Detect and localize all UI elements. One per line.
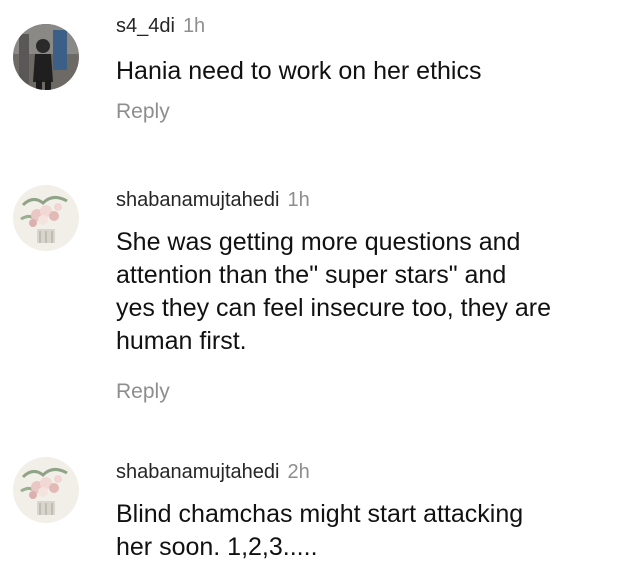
avatar[interactable] bbox=[13, 457, 79, 523]
profile-photo-icon bbox=[13, 24, 79, 90]
comment-text: Blind chamchas might start attacking her… bbox=[116, 500, 524, 561]
avatar[interactable] bbox=[13, 185, 79, 251]
username-link[interactable]: s4_4di bbox=[116, 15, 175, 37]
comment-text: Hania need to work on her ethics bbox=[116, 57, 482, 85]
timestamp: 1h bbox=[182, 15, 206, 37]
avatar[interactable] bbox=[13, 24, 79, 90]
flower-bouquet-icon bbox=[13, 185, 79, 251]
comment-meta: shabanamujtahedi 2h bbox=[116, 458, 615, 486]
username-link[interactable]: shabanamujtahedi bbox=[116, 189, 279, 211]
username-link[interactable]: shabanamujtahedi bbox=[116, 461, 279, 483]
flower-bouquet-icon bbox=[13, 457, 79, 523]
comment-meta: shabanamujtahedi 1h bbox=[116, 186, 615, 214]
timestamp: 1h bbox=[287, 189, 310, 211]
comment-text: She was getting more questions and atten… bbox=[116, 228, 551, 355]
reply-button[interactable]: Reply bbox=[116, 98, 170, 126]
reply-button[interactable]: Reply bbox=[116, 378, 170, 406]
comment-meta: s4_4di 1h bbox=[116, 12, 615, 40]
timestamp: 2h bbox=[287, 461, 310, 483]
